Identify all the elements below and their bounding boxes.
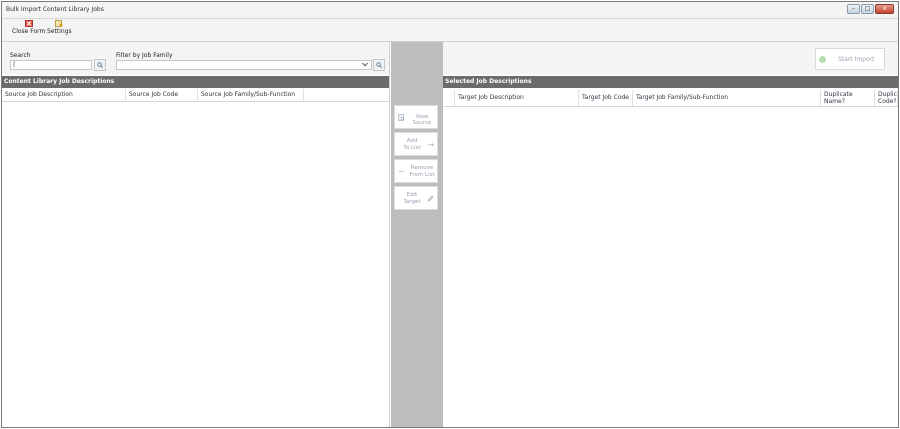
view-source-button[interactable]: View Source bbox=[394, 105, 438, 129]
minimize-button[interactable]: – bbox=[847, 4, 860, 14]
edit-target-label-1: Edit bbox=[406, 192, 418, 198]
remove-from-list-label-1: Remove bbox=[410, 165, 434, 171]
settings-button[interactable]: Settings bbox=[47, 20, 72, 35]
close-window-button[interactable]: x bbox=[875, 4, 894, 14]
col-target-job-description[interactable]: Target Job Description bbox=[455, 90, 579, 106]
arrow-right-icon: → bbox=[428, 141, 434, 149]
window-title: Bulk Import Content Library Jobs bbox=[6, 6, 104, 13]
view-source-label: View Source bbox=[412, 114, 432, 126]
dup-code-line1: Duplicate bbox=[878, 91, 897, 98]
right-panel: Start Import Selected Job Descriptions T… bbox=[443, 42, 898, 427]
close-form-label: Close Form bbox=[12, 28, 46, 35]
remove-from-list-button[interactable]: — Remove From List bbox=[394, 159, 438, 183]
right-column-header: Target Job Description Target Job Code T… bbox=[443, 90, 898, 107]
filter-search-button[interactable] bbox=[373, 59, 385, 71]
pencil-icon bbox=[427, 195, 434, 202]
close-form-button[interactable]: Close Form bbox=[12, 20, 45, 35]
edit-target-label-2: Target bbox=[403, 199, 421, 205]
search-icon bbox=[376, 62, 382, 68]
close-form-icon bbox=[24, 20, 33, 27]
filter-bar: Search | Filter by Job Family bbox=[2, 42, 389, 75]
left-column-header: Source Job Description Source Job Code S… bbox=[2, 89, 389, 102]
chevron-down-icon[interactable] bbox=[362, 62, 368, 67]
window-controls: – □ x bbox=[847, 4, 894, 14]
settings-label: Settings bbox=[47, 28, 72, 35]
remove-from-list-label-2: From List bbox=[409, 172, 435, 178]
title-bar: Bulk Import Content Library Jobs – □ x bbox=[2, 2, 898, 19]
edit-target-button[interactable]: Edit Target bbox=[394, 186, 438, 210]
search-button[interactable] bbox=[94, 59, 106, 71]
add-to-list-label-2: To List bbox=[403, 145, 421, 151]
search-icon bbox=[97, 62, 103, 68]
col-duplicate-name[interactable]: Duplicate Name? bbox=[821, 90, 875, 106]
job-family-select[interactable] bbox=[116, 60, 372, 70]
add-to-list-label-1: Add bbox=[406, 138, 418, 144]
dup-name-line1: Duplicate bbox=[824, 91, 853, 98]
filter-label: Filter by Job Family bbox=[116, 52, 173, 59]
settings-icon bbox=[55, 20, 63, 27]
dup-code-line2: Code? bbox=[878, 98, 897, 105]
dup-name-line2: Name? bbox=[824, 98, 845, 105]
left-panel: Search | Filter by Job Family Content Li bbox=[2, 42, 390, 427]
bulk-import-window: Bulk Import Content Library Jobs – □ x C… bbox=[1, 1, 899, 428]
action-column: View Source Add To List → — Remove From … bbox=[391, 42, 443, 427]
start-import-button[interactable]: Start Import bbox=[815, 48, 885, 70]
col-source-job-description[interactable]: Source Job Description bbox=[2, 89, 126, 101]
col-duplicate-code[interactable]: Duplicate Code? bbox=[875, 90, 898, 106]
add-to-list-button[interactable]: Add To List → bbox=[394, 132, 438, 156]
col-source-job-code[interactable]: Source Job Code bbox=[126, 89, 198, 101]
start-import-label: Start Import bbox=[838, 56, 875, 63]
col-target-job-code[interactable]: Target Job Code bbox=[579, 90, 633, 106]
col-source-job-family[interactable]: Source Job Family/Sub-Function bbox=[198, 89, 304, 101]
minus-icon: — bbox=[398, 167, 405, 175]
search-input[interactable]: | bbox=[10, 60, 92, 70]
toolbar: Close Form Settings bbox=[2, 19, 898, 42]
maximize-button[interactable]: □ bbox=[861, 4, 874, 14]
col-target-job-family[interactable]: Target Job Family/Sub-Function bbox=[633, 90, 821, 106]
content-library-header: Content Library Job Descriptions bbox=[2, 76, 389, 88]
view-source-icon bbox=[398, 114, 405, 121]
selected-jobs-header: Selected Job Descriptions bbox=[443, 76, 898, 88]
search-label: Search bbox=[10, 52, 31, 59]
col-row-select[interactable] bbox=[443, 90, 455, 106]
right-toolbar: Start Import bbox=[443, 42, 898, 75]
check-circle-icon bbox=[819, 56, 826, 63]
